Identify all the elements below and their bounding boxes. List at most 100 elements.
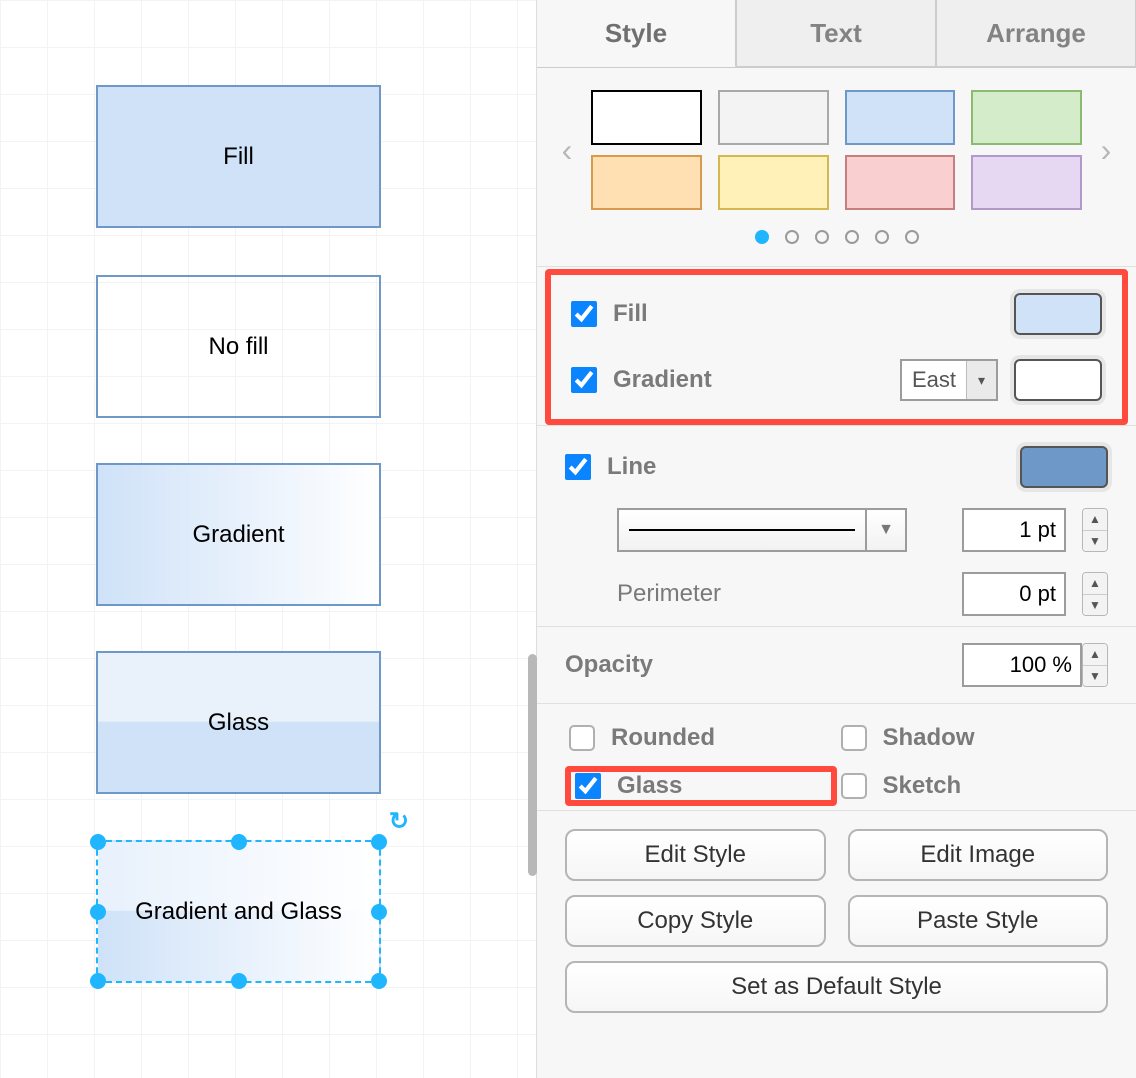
panel-tabs: Style Text Arrange [537, 0, 1136, 68]
shadow-label: Shadow [883, 724, 975, 752]
pager-dot[interactable] [905, 230, 919, 244]
stepper-up-icon[interactable]: ▲ [1083, 509, 1107, 531]
fill-checkbox[interactable] [571, 301, 597, 327]
line-color-well[interactable] [1020, 446, 1108, 488]
sketch-label: Sketch [883, 772, 962, 800]
rounded-option[interactable]: Rounded [565, 718, 837, 758]
pager-dot[interactable] [815, 230, 829, 244]
opacity-section: Opacity ▲ ▼ [537, 626, 1136, 703]
resize-handle[interactable] [90, 904, 106, 920]
swatch-next-icon[interactable]: › [1094, 132, 1118, 169]
color-swatch[interactable] [591, 90, 702, 145]
shape-label: Gradient [192, 521, 284, 549]
line-preview [629, 529, 855, 531]
tab-label: Arrange [986, 18, 1086, 49]
button-label: Copy Style [637, 907, 753, 935]
color-swatch[interactable] [971, 155, 1082, 210]
shape-nofill[interactable]: No fill [96, 275, 381, 418]
shape-label: Fill [223, 143, 254, 171]
copy-style-button[interactable]: Copy Style [565, 895, 826, 947]
fill-row: Fill [571, 293, 1102, 335]
line-width-stepper[interactable]: ▲ ▼ [1082, 508, 1108, 552]
pager-dot[interactable] [755, 230, 769, 244]
sketch-option[interactable]: Sketch [837, 766, 1109, 806]
stepper-down-icon[interactable]: ▼ [1083, 531, 1107, 552]
color-swatch[interactable] [971, 90, 1082, 145]
resize-handle[interactable] [231, 834, 247, 850]
glass-checkbox[interactable] [575, 773, 601, 799]
pager-dot[interactable] [845, 230, 859, 244]
gradient-row: Gradient East ▾ [571, 359, 1102, 401]
stepper-down-icon[interactable]: ▼ [1083, 666, 1107, 687]
line-checkbox[interactable] [565, 454, 591, 480]
perimeter-stepper[interactable]: ▲ ▼ [1082, 572, 1108, 616]
pager-dot[interactable] [875, 230, 889, 244]
scrollbar-thumb[interactable] [528, 654, 537, 876]
gradient-direction-select[interactable]: East ▾ [900, 359, 998, 401]
color-swatch[interactable] [845, 155, 956, 210]
stepper-up-icon[interactable]: ▲ [1083, 644, 1107, 666]
tab-arrange[interactable]: Arrange [936, 0, 1136, 67]
shape-fill[interactable]: Fill [96, 85, 381, 228]
shape-gradient[interactable]: Gradient [96, 463, 381, 606]
rotate-handle-icon[interactable]: ↻ [389, 807, 409, 836]
color-swatch-area: ‹ › [537, 68, 1136, 267]
chevron-down-icon[interactable]: ▼ [867, 508, 907, 552]
opacity-stepper[interactable]: ▲ ▼ [1082, 643, 1108, 687]
color-swatch[interactable] [591, 155, 702, 210]
swatch-prev-icon[interactable]: ‹ [555, 132, 579, 169]
chevron-down-icon: ▾ [966, 361, 996, 399]
style-actions: Edit Style Edit Image Copy Style Paste S… [537, 810, 1136, 1031]
gradient-color-well[interactable] [1014, 359, 1102, 401]
glass-label: Glass [617, 772, 682, 800]
shape-label: No fill [208, 333, 268, 361]
rounded-checkbox[interactable] [569, 725, 595, 751]
edit-style-button[interactable]: Edit Style [565, 829, 826, 881]
canvas[interactable]: Fill No fill Gradient Glass Gradient and… [0, 0, 537, 1078]
gradient-checkbox[interactable] [571, 367, 597, 393]
shape-glass[interactable]: Glass [96, 651, 381, 794]
fill-label: Fill [613, 300, 648, 328]
shape-label: Gradient and Glass [135, 898, 342, 926]
shape-gradient-glass-selected[interactable]: Gradient and Glass ↻ [96, 840, 381, 983]
resize-handle[interactable] [371, 904, 387, 920]
tab-label: Text [810, 18, 862, 49]
rounded-label: Rounded [611, 724, 715, 752]
button-label: Paste Style [917, 907, 1038, 935]
resize-handle[interactable] [90, 834, 106, 850]
tab-label: Style [605, 18, 667, 49]
stepper-up-icon[interactable]: ▲ [1083, 573, 1107, 595]
tab-style[interactable]: Style [537, 0, 736, 67]
paste-style-button[interactable]: Paste Style [848, 895, 1109, 947]
line-width-input[interactable] [962, 508, 1066, 552]
opacity-input[interactable] [962, 643, 1082, 687]
line-section: Line ▼ ▲ ▼ Perimeter ▲ ▼ [537, 425, 1136, 626]
color-swatch[interactable] [718, 90, 829, 145]
tab-text[interactable]: Text [736, 0, 936, 67]
resize-handle[interactable] [371, 834, 387, 850]
edit-image-button[interactable]: Edit Image [848, 829, 1109, 881]
opacity-label: Opacity [565, 651, 653, 679]
shape-label: Glass [208, 709, 269, 737]
resize-handle[interactable] [90, 973, 106, 989]
fill-color-well[interactable] [1014, 293, 1102, 335]
fill-gradient-highlighted-section: Fill Gradient East ▾ [545, 269, 1128, 425]
perimeter-input[interactable] [962, 572, 1066, 616]
stepper-down-icon[interactable]: ▼ [1083, 595, 1107, 616]
button-label: Set as Default Style [731, 973, 942, 1001]
sketch-checkbox[interactable] [841, 773, 867, 799]
glass-option-highlighted[interactable]: Glass [565, 766, 837, 806]
resize-handle[interactable] [231, 973, 247, 989]
line-style-select[interactable] [617, 508, 867, 552]
shadow-option[interactable]: Shadow [837, 718, 1109, 758]
button-label: Edit Style [645, 841, 746, 869]
color-swatch[interactable] [845, 90, 956, 145]
pager-dot[interactable] [785, 230, 799, 244]
resize-handle[interactable] [371, 973, 387, 989]
color-swatch[interactable] [718, 155, 829, 210]
effects-section: Rounded Shadow Glass Sketch [537, 703, 1136, 810]
set-default-style-button[interactable]: Set as Default Style [565, 961, 1108, 1013]
shadow-checkbox[interactable] [841, 725, 867, 751]
perimeter-label: Perimeter [617, 580, 721, 608]
gradient-direction-value: East [912, 367, 956, 393]
